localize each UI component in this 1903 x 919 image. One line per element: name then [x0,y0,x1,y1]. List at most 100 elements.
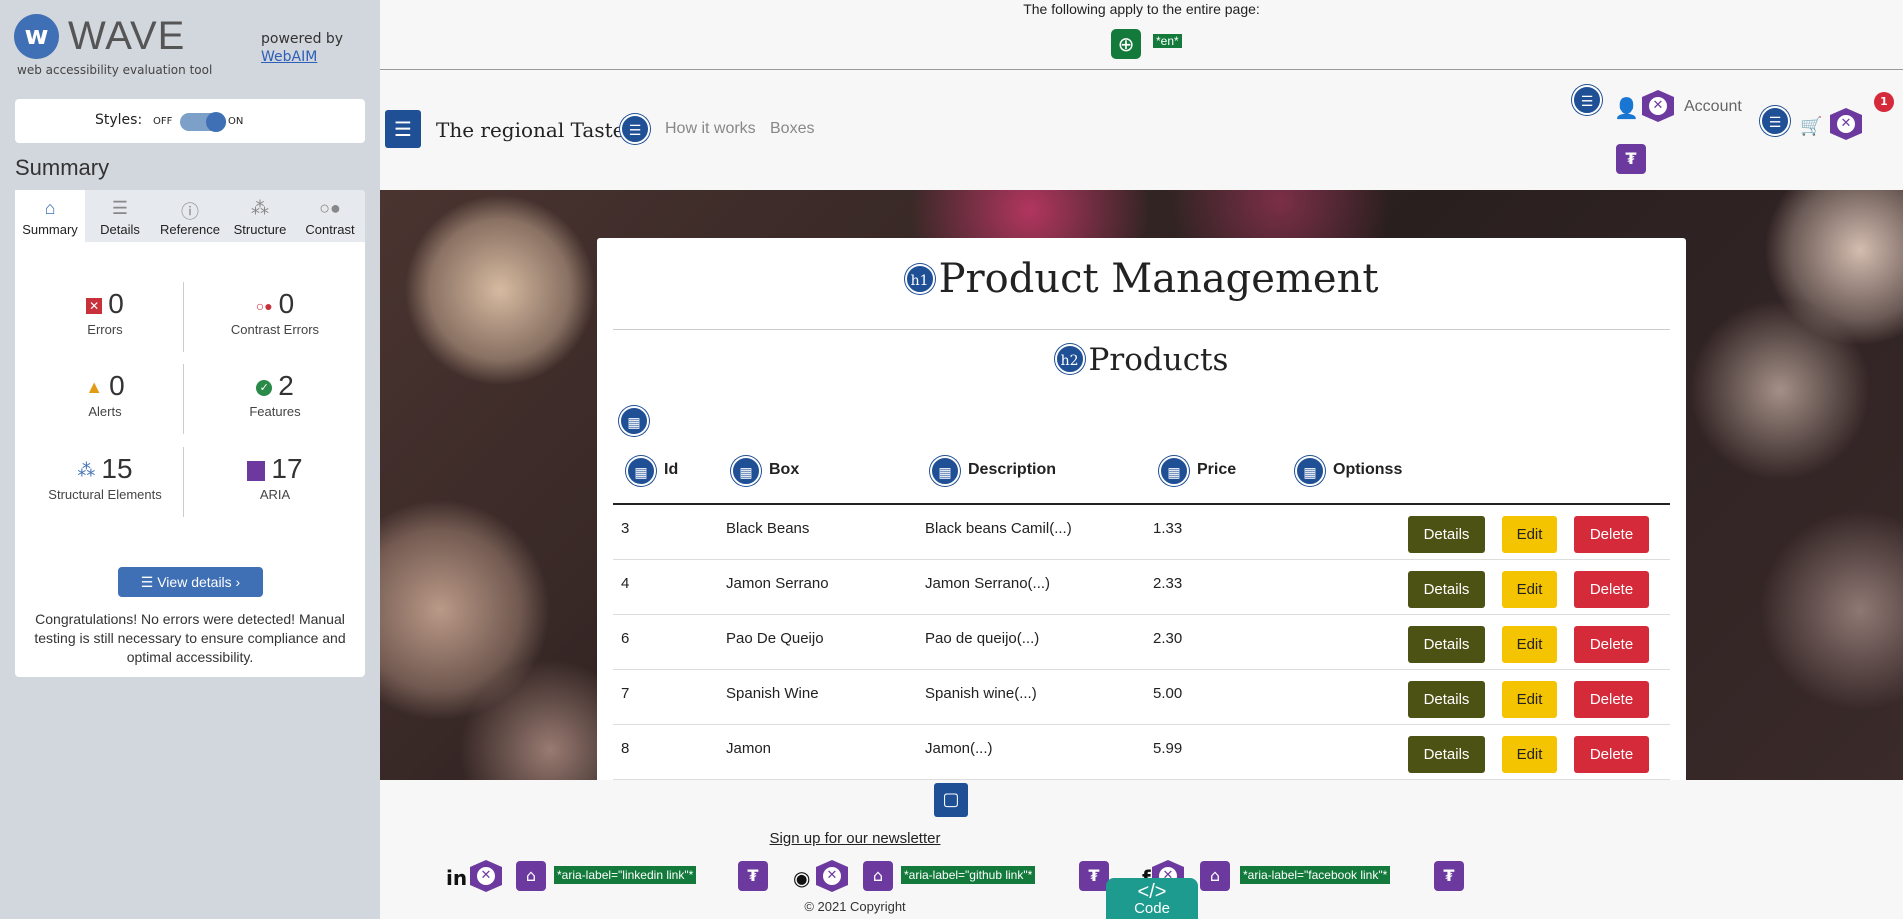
details-button[interactable]: Details [1408,571,1485,608]
globe-icon[interactable]: ⊕ [1111,29,1141,59]
structure-icon: ⁂ [77,460,96,481]
table-row: 3 Black Beans Black beans Camil(...) 1.3… [613,505,1670,560]
aria-label-facebook: *aria-label="facebook link"* [1240,866,1391,884]
edit-button[interactable]: Edit [1502,681,1557,718]
cart-icon[interactable]: 🛒 [1800,116,1822,137]
col-description: Description [968,461,1057,478]
linkedin-icon[interactable]: in [446,866,467,890]
cell-description: Spanish wine(...) [925,685,1037,702]
structural-label: Structural Elements [48,487,162,502]
tab-structure[interactable]: ⁂ Structure [225,190,295,242]
feature-icon: ✓ [256,379,273,396]
list-icon[interactable]: ☰ [385,110,421,148]
product-card: h1 Product Management h2 Products ▦ ▦ Id ▦… [597,238,1686,780]
errors-stat: ✕ 0 Errors [25,288,185,337]
nav-boxes[interactable]: Boxes [770,120,814,138]
col-price: Price [1197,461,1237,478]
structural-count: 15 [101,453,133,484]
contrast-count: 0 [278,288,295,319]
user-icon[interactable]: 👤 [1614,96,1639,120]
aria-label-github: *aria-label="github link"* [901,866,1036,884]
table-header-icon: ▦ [626,456,656,486]
site-footer: ▢ Sign up for our newsletter in ✕ ⌂ *ari… [380,780,1903,919]
webaim-link[interactable]: WebAIM [261,49,317,65]
tab-reference[interactable]: ⓘ Reference [155,190,225,242]
aria-close-icon: ✕ [1830,108,1862,140]
toggle-knob [206,112,226,132]
aria-label-tag-icon: ⌂ [516,861,546,891]
info-icon: ⓘ [181,202,199,222]
home-icon: ⌂ [44,198,56,218]
brand-name[interactable]: The regional Taste [436,118,624,142]
cell-box: Jamon [726,740,772,757]
details-button[interactable]: Details [1408,736,1485,773]
styles-toggle[interactable] [180,112,226,132]
delete-button[interactable]: Delete [1574,626,1649,663]
list-icon: ☰ [111,198,129,218]
page-language-bar: The following apply to the entire page: … [380,0,1903,70]
aria-label-linkedin: *aria-label="linkedin link"* [554,866,697,884]
view-details-button[interactable]: ☰ View details › [118,567,263,597]
contrast-icon: ○● [319,198,341,218]
site-navbar: ☰ The regional Taste ☰ How it works Boxe… [380,70,1903,190]
lang-note: The following apply to the entire page: [1023,1,1260,17]
wave-sidebar: w WAVE web accessibility evaluation tool… [0,0,380,919]
tab-details[interactable]: ☰ Details [85,190,155,242]
aria-close-icon: ✕ [470,860,502,892]
aria-count: 17 [271,453,303,484]
table-row: 7 Spanish Wine Spanish wine(...) 5.00 De… [613,670,1670,725]
tab-contrast[interactable]: ○● Contrast [295,190,365,242]
page-content: The following apply to the entire page: … [380,0,1903,919]
cell-id: 6 [621,630,630,647]
cell-id: 3 [621,520,630,537]
cell-price: 5.99 [1153,740,1183,757]
divider [183,447,184,517]
details-button[interactable]: Details [1408,516,1485,553]
features-label: Features [249,404,301,419]
edit-button[interactable]: Edit [1502,626,1557,663]
cell-id: 7 [621,685,630,702]
col-id: Id [664,461,679,478]
wave-tabs: ⌂ Summary ☰ Details ⓘ Reference ⁂ Structure … [15,190,365,242]
details-button[interactable]: Details [1408,681,1485,718]
delete-button[interactable]: Delete [1574,736,1649,773]
edit-button[interactable]: Edit [1502,736,1557,773]
aria-close-icon: ✕ [1642,90,1674,122]
list-icon[interactable]: ☰ [620,114,650,144]
h1-icon: h1 [904,264,935,294]
account-link[interactable]: Account [1684,98,1742,116]
cell-price: 1.33 [1153,520,1183,537]
section-title-text: Products [1088,342,1229,378]
delete-button[interactable]: Delete [1574,516,1649,553]
view-details-label: View details › [157,574,241,590]
tab-label: Reference [160,222,220,237]
aria-icon [247,460,266,481]
table-header-icon: ▦ [930,456,960,486]
list-icon[interactable]: ☰ [1572,85,1602,115]
alerts-stat: ▲ 0 Alerts [25,370,185,419]
code-button[interactable]: </> Code [1106,878,1198,919]
delete-button[interactable]: Delete [1574,681,1649,718]
tab-summary[interactable]: ⌂ Summary [15,190,85,242]
contrast-label: Contrast Errors [230,322,320,337]
list-icon[interactable]: ☰ [1760,106,1790,136]
code-icon: </> [1137,881,1167,903]
edit-button[interactable]: Edit [1502,516,1557,553]
delete-button[interactable]: Delete [1574,571,1649,608]
cell-description: Black beans Camil(...) [925,520,1072,537]
cell-box: Spanish Wine [726,685,819,702]
features-count: 2 [278,370,294,401]
github-icon[interactable]: ◉ [793,866,810,890]
edit-button[interactable]: Edit [1502,571,1557,608]
nav-how-it-works[interactable]: How it works [665,120,756,138]
summary-panel: ⌂ Summary ☰ Details ⓘ Reference ⁂ Structure … [15,190,365,677]
code-label: Code [1134,900,1170,917]
details-button[interactable]: Details [1408,626,1485,663]
alerts-count: 0 [109,370,125,401]
divider [183,282,184,352]
table-row: 4 Jamon Serrano Jamon Serrano(...) 2.33 … [613,560,1670,615]
divider [183,364,184,434]
list-icon: ☰ [140,574,158,590]
col-box: Box [769,461,800,478]
newsletter-link[interactable]: Sign up for our newsletter [380,830,1330,847]
